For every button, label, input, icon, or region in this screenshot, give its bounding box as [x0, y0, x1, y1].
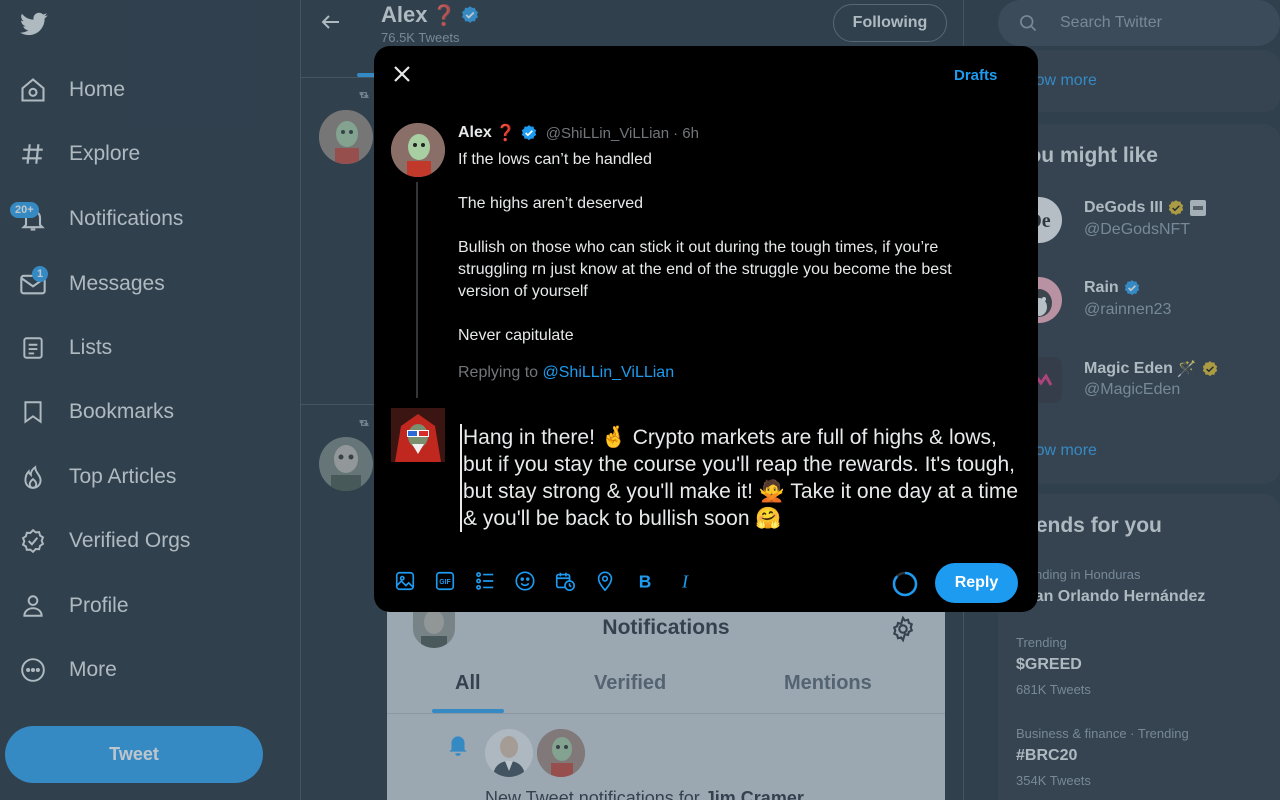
- schedule-icon[interactable]: [554, 570, 576, 592]
- reply-button[interactable]: Reply: [935, 563, 1018, 603]
- character-count-ring: [892, 571, 918, 597]
- replying-prefix: Replying to: [458, 364, 543, 381]
- close-button[interactable]: [390, 62, 414, 86]
- thread-line: [416, 182, 418, 398]
- tweet-paragraph: Never capitulate: [458, 327, 574, 344]
- emoji-icon[interactable]: [514, 570, 536, 592]
- avatar[interactable]: [391, 123, 445, 177]
- bold-icon[interactable]: B: [634, 570, 656, 592]
- location-icon[interactable]: [594, 570, 616, 592]
- reply-textarea[interactable]: Hang in there! 🤞 Crypto markets are full…: [460, 424, 1020, 532]
- gif-icon[interactable]: GIF: [434, 570, 456, 592]
- original-tweet-text: If the lows can’t be handled The highs a…: [458, 149, 998, 347]
- svg-text:GIF: GIF: [439, 579, 450, 586]
- drafts-button[interactable]: Drafts: [954, 67, 997, 84]
- tweet-paragraph: The highs aren’t deserved: [458, 195, 643, 212]
- author-name[interactable]: Alex: [458, 124, 492, 142]
- question-emoji: ❓: [495, 125, 516, 142]
- original-tweet-header: Alex ❓ @ShiLLin_ViLLian · 6h: [458, 123, 699, 143]
- author-handle[interactable]: @ShiLLin_ViLLian: [546, 125, 669, 142]
- tweet-paragraph: Bullish on those who can stick it out du…: [458, 239, 952, 300]
- svg-text:I: I: [681, 571, 689, 591]
- tweet-time[interactable]: · 6h: [673, 125, 699, 142]
- verified-icon: [521, 125, 536, 141]
- replying-to: Replying to @ShiLLin_ViLLian: [458, 364, 674, 382]
- image-icon[interactable]: [394, 570, 416, 592]
- tweet-paragraph: If the lows can’t be handled: [458, 151, 652, 168]
- reply-modal: Drafts Alex ❓ @ShiLLin_ViLLian · 6h If t…: [374, 46, 1038, 612]
- italic-icon[interactable]: I: [674, 570, 696, 592]
- my-avatar[interactable]: [391, 408, 445, 462]
- svg-text:B: B: [639, 571, 652, 591]
- close-icon: [394, 66, 410, 82]
- replying-handle-link[interactable]: @ShiLLin_ViLLian: [543, 364, 675, 381]
- poll-icon[interactable]: [474, 570, 496, 592]
